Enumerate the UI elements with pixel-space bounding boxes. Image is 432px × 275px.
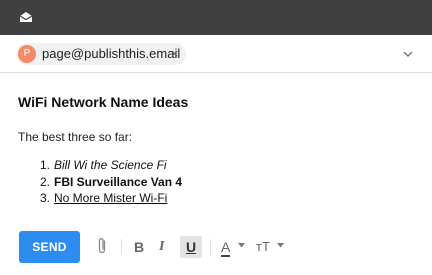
envelope-icon <box>19 12 33 22</box>
list-item[interactable]: 1. Bill Wi the Science Fi <box>40 157 182 174</box>
list-item-text: FBI Surveillance Van 4 <box>54 174 183 189</box>
avatar: P <box>18 45 36 63</box>
list-item-text: No More Mister Wi-Fi <box>54 191 168 205</box>
chevron-down-icon[interactable] <box>277 243 284 248</box>
list-number: 1. <box>40 158 51 172</box>
toolbar-divider <box>210 239 211 255</box>
recipients-row: P page@publishthis.email × <box>0 35 432 73</box>
body-intro-text[interactable]: The best three so far: <box>18 130 132 144</box>
ordered-list[interactable]: 1. Bill Wi the Science Fi 2. FBI Surveilla… <box>40 157 182 207</box>
send-button[interactable]: SEND <box>19 231 80 263</box>
paperclip-icon[interactable] <box>96 236 108 256</box>
italic-button[interactable]: I <box>159 238 164 256</box>
list-number: 2. <box>40 174 51 189</box>
recipient-chip[interactable]: P page@publishthis.email × <box>16 43 186 65</box>
text-color-label: A <box>221 239 231 257</box>
text-color-button[interactable]: A <box>221 238 231 257</box>
chevron-down-icon[interactable] <box>402 48 414 60</box>
chevron-down-icon[interactable] <box>238 243 245 248</box>
list-item[interactable]: 3. No More Mister Wi-Fi <box>40 190 182 207</box>
list-number: 3. <box>40 191 51 205</box>
toolbar-divider <box>121 239 122 255</box>
recipient-email: page@publishthis.email <box>42 46 181 61</box>
close-icon[interactable]: × <box>171 43 179 65</box>
bold-button[interactable]: B <box>134 238 144 256</box>
list-item-text: Bill Wi the Science Fi <box>54 158 167 172</box>
subject-heading[interactable]: WiFi Network Name Ideas <box>18 94 188 110</box>
text-size-button[interactable]: тT <box>256 238 270 256</box>
underline-button[interactable]: U <box>180 236 202 258</box>
underline-label: U <box>185 239 197 255</box>
window-titlebar <box>0 0 432 35</box>
list-item[interactable]: 2. FBI Surveillance Van 4 <box>40 174 182 191</box>
